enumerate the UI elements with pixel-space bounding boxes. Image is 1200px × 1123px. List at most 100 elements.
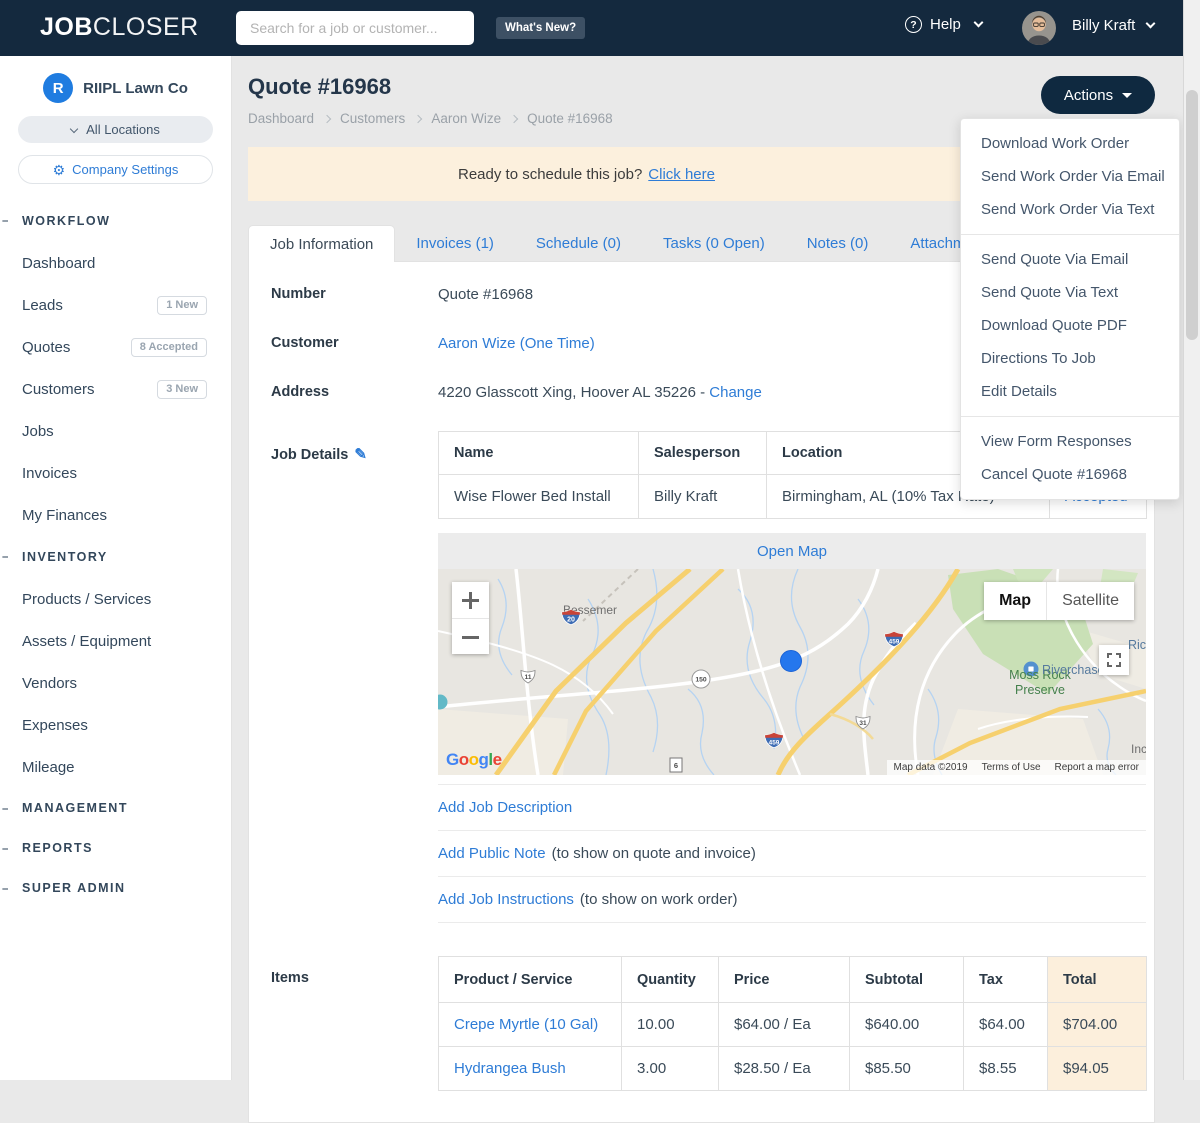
item-total-cell: $94.05 (1047, 1046, 1147, 1091)
sidebar-item-label: Quotes (22, 338, 71, 356)
sidebar-item-expenses[interactable]: Expenses (0, 704, 231, 746)
menu-item-edit-details[interactable]: Edit Details (961, 375, 1179, 408)
map-label-preserve: Preserve (1015, 683, 1065, 697)
section-header-inventory[interactable]: INVENTORY (0, 536, 231, 578)
menu-item-download-work-order[interactable]: Download Work Order (961, 127, 1179, 160)
browser-scrollbar[interactable] (1183, 0, 1200, 1080)
section-header-management[interactable]: MANAGEMENT (0, 788, 231, 828)
section-header-workflow[interactable]: WORKFLOW (0, 200, 231, 242)
item-product-link[interactable]: Hydrangea Bush (454, 1060, 566, 1077)
item-product-link[interactable]: Crepe Myrtle (10 Gal) (454, 1016, 598, 1033)
item-row: Crepe Myrtle (10 Gal) 10.00 $64.00 / Ea … (438, 1002, 1147, 1047)
tab-invoices[interactable]: Invoices (1) (395, 225, 515, 261)
tab-notes[interactable]: Notes (0) (786, 225, 890, 261)
sidebar-item-assets-equipment[interactable]: Assets / Equipment (0, 620, 231, 662)
address-change-link[interactable]: Change (709, 384, 762, 401)
all-locations-dropdown[interactable]: All Locations (18, 116, 213, 143)
svg-text:11: 11 (525, 674, 532, 681)
sidebar-item-label: Customers (22, 380, 95, 398)
page-title: Quote #16968 (248, 74, 392, 99)
quotes-badge: 8 Accepted (130, 337, 207, 357)
map-attribution: Map data ©2019 Terms of Use Report a map… (886, 760, 1146, 775)
add-job-instructions-link[interactable]: Add Job Instructions (438, 891, 574, 908)
actions-button-label: Actions (1063, 86, 1114, 104)
tab-tasks[interactable]: Tasks (0 Open) (642, 225, 786, 261)
sidebar-item-label: Leads (22, 296, 63, 314)
menu-item-cancel-quote[interactable]: Cancel Quote #16968 (961, 458, 1179, 491)
edit-pencil-icon[interactable]: ✎ (354, 446, 367, 463)
add-public-note-link[interactable]: Add Public Note (438, 845, 546, 862)
add-job-description-row: Add Job Description (438, 785, 1146, 831)
items-header-subtotal: Subtotal (849, 956, 964, 1003)
svg-text:459: 459 (889, 639, 900, 646)
menu-item-download-quote-pdf[interactable]: Download Quote PDF (961, 309, 1179, 342)
items-label: Items (271, 970, 309, 986)
add-job-description-link[interactable]: Add Job Description (438, 799, 572, 816)
tab-schedule[interactable]: Schedule (0) (515, 225, 642, 261)
section-header-super-admin[interactable]: SUPER ADMIN (0, 868, 231, 908)
number-label: Number (271, 286, 326, 302)
breadcrumb-customers[interactable]: Customers (340, 111, 405, 126)
company-settings-button[interactable]: ⚙ Company Settings (18, 155, 213, 184)
menu-item-send-work-order-email[interactable]: Send Work Order Via Email (961, 160, 1179, 193)
sr150-shield: 150 (691, 669, 711, 689)
svg-text:31: 31 (859, 720, 867, 727)
map-view-button[interactable]: Map (984, 582, 1047, 620)
jobcloser-app: { "colors": { "accent_blue": "#2e7cd6", … (0, 0, 1200, 1123)
map-data-text: Map data ©2019 (893, 762, 968, 773)
sidebar-item-products-services[interactable]: Products / Services (0, 578, 231, 620)
customer-label: Customer (271, 335, 339, 351)
map-zoom-controls (452, 582, 489, 654)
item-quantity-cell: 10.00 (621, 1002, 719, 1047)
scrollbar-thumb[interactable] (1186, 90, 1198, 340)
sidebar-item-leads[interactable]: Leads 1 New (0, 284, 231, 326)
open-map-bar: Open Map (438, 533, 1146, 569)
sidebar-item-invoices[interactable]: Invoices (0, 452, 231, 494)
menu-item-send-quote-text[interactable]: Send Quote Via Text (961, 276, 1179, 309)
sidebar-item-label: Expenses (22, 716, 88, 734)
help-label: Help (930, 16, 961, 33)
logo-light: CLOSER (92, 13, 199, 41)
help-menu[interactable]: ? Help (905, 16, 984, 33)
chevron-down-icon (69, 124, 79, 133)
sidebar: R RIIPL Lawn Co All Locations ⚙ Company … (0, 56, 232, 1080)
sidebar-item-my-finances[interactable]: My Finances (0, 494, 231, 536)
section-header-reports[interactable]: REPORTS (0, 828, 231, 868)
menu-item-send-quote-email[interactable]: Send Quote Via Email (961, 243, 1179, 276)
user-avatar[interactable] (1022, 11, 1056, 45)
job-details-label: Job Details (271, 447, 349, 463)
actions-button[interactable]: Actions (1041, 76, 1155, 114)
chevron-down-icon (973, 17, 984, 28)
sidebar-item-jobs[interactable]: Jobs (0, 410, 231, 452)
tab-job-information[interactable]: Job Information (248, 225, 396, 262)
zoom-out-button[interactable] (452, 618, 489, 654)
fullscreen-button[interactable] (1099, 645, 1129, 675)
sidebar-item-quotes[interactable]: Quotes 8 Accepted (0, 326, 231, 368)
item-price-cell: $64.00 / Ea (718, 1002, 850, 1047)
sidebar-item-vendors[interactable]: Vendors (0, 662, 231, 704)
menu-item-view-form-responses[interactable]: View Form Responses (961, 425, 1179, 458)
items-header-tax: Tax (963, 956, 1048, 1003)
menu-item-directions-to-job[interactable]: Directions To Job (961, 342, 1179, 375)
google-map[interactable]: Bessemer Moss Rock Preserve Riverchase G… (438, 569, 1146, 775)
sidebar-item-dashboard[interactable]: Dashboard (0, 242, 231, 284)
breadcrumb-dashboard[interactable]: Dashboard (248, 111, 314, 126)
sidebar-item-customers[interactable]: Customers 3 New (0, 368, 231, 410)
customer-link[interactable]: Aaron Wize (One Time) (438, 335, 595, 352)
breadcrumb-aaron-wize[interactable]: Aaron Wize (431, 111, 501, 126)
menu-item-send-work-order-text[interactable]: Send Work Order Via Text (961, 193, 1179, 226)
report-map-error-link[interactable]: Report a map error (1055, 762, 1139, 773)
user-menu[interactable]: Billy Kraft (1072, 17, 1156, 34)
whats-new-button[interactable]: What's New? (496, 17, 586, 39)
app-logo[interactable]: JOBCLOSER (40, 13, 199, 42)
sidebar-item-mileage[interactable]: Mileage (0, 746, 231, 788)
address-value: 4220 Glasscott Xing, Hoover AL 35226 - (438, 384, 706, 401)
terms-of-use-link[interactable]: Terms of Use (982, 762, 1041, 773)
fullscreen-icon (1107, 653, 1121, 667)
satellite-view-button[interactable]: Satellite (1046, 582, 1134, 620)
zoom-in-button[interactable] (452, 582, 489, 618)
banner-click-here-link[interactable]: Click here (648, 166, 715, 183)
open-map-link[interactable]: Open Map (757, 543, 827, 560)
search-input[interactable] (236, 11, 474, 45)
avatar-photo (1022, 11, 1056, 45)
